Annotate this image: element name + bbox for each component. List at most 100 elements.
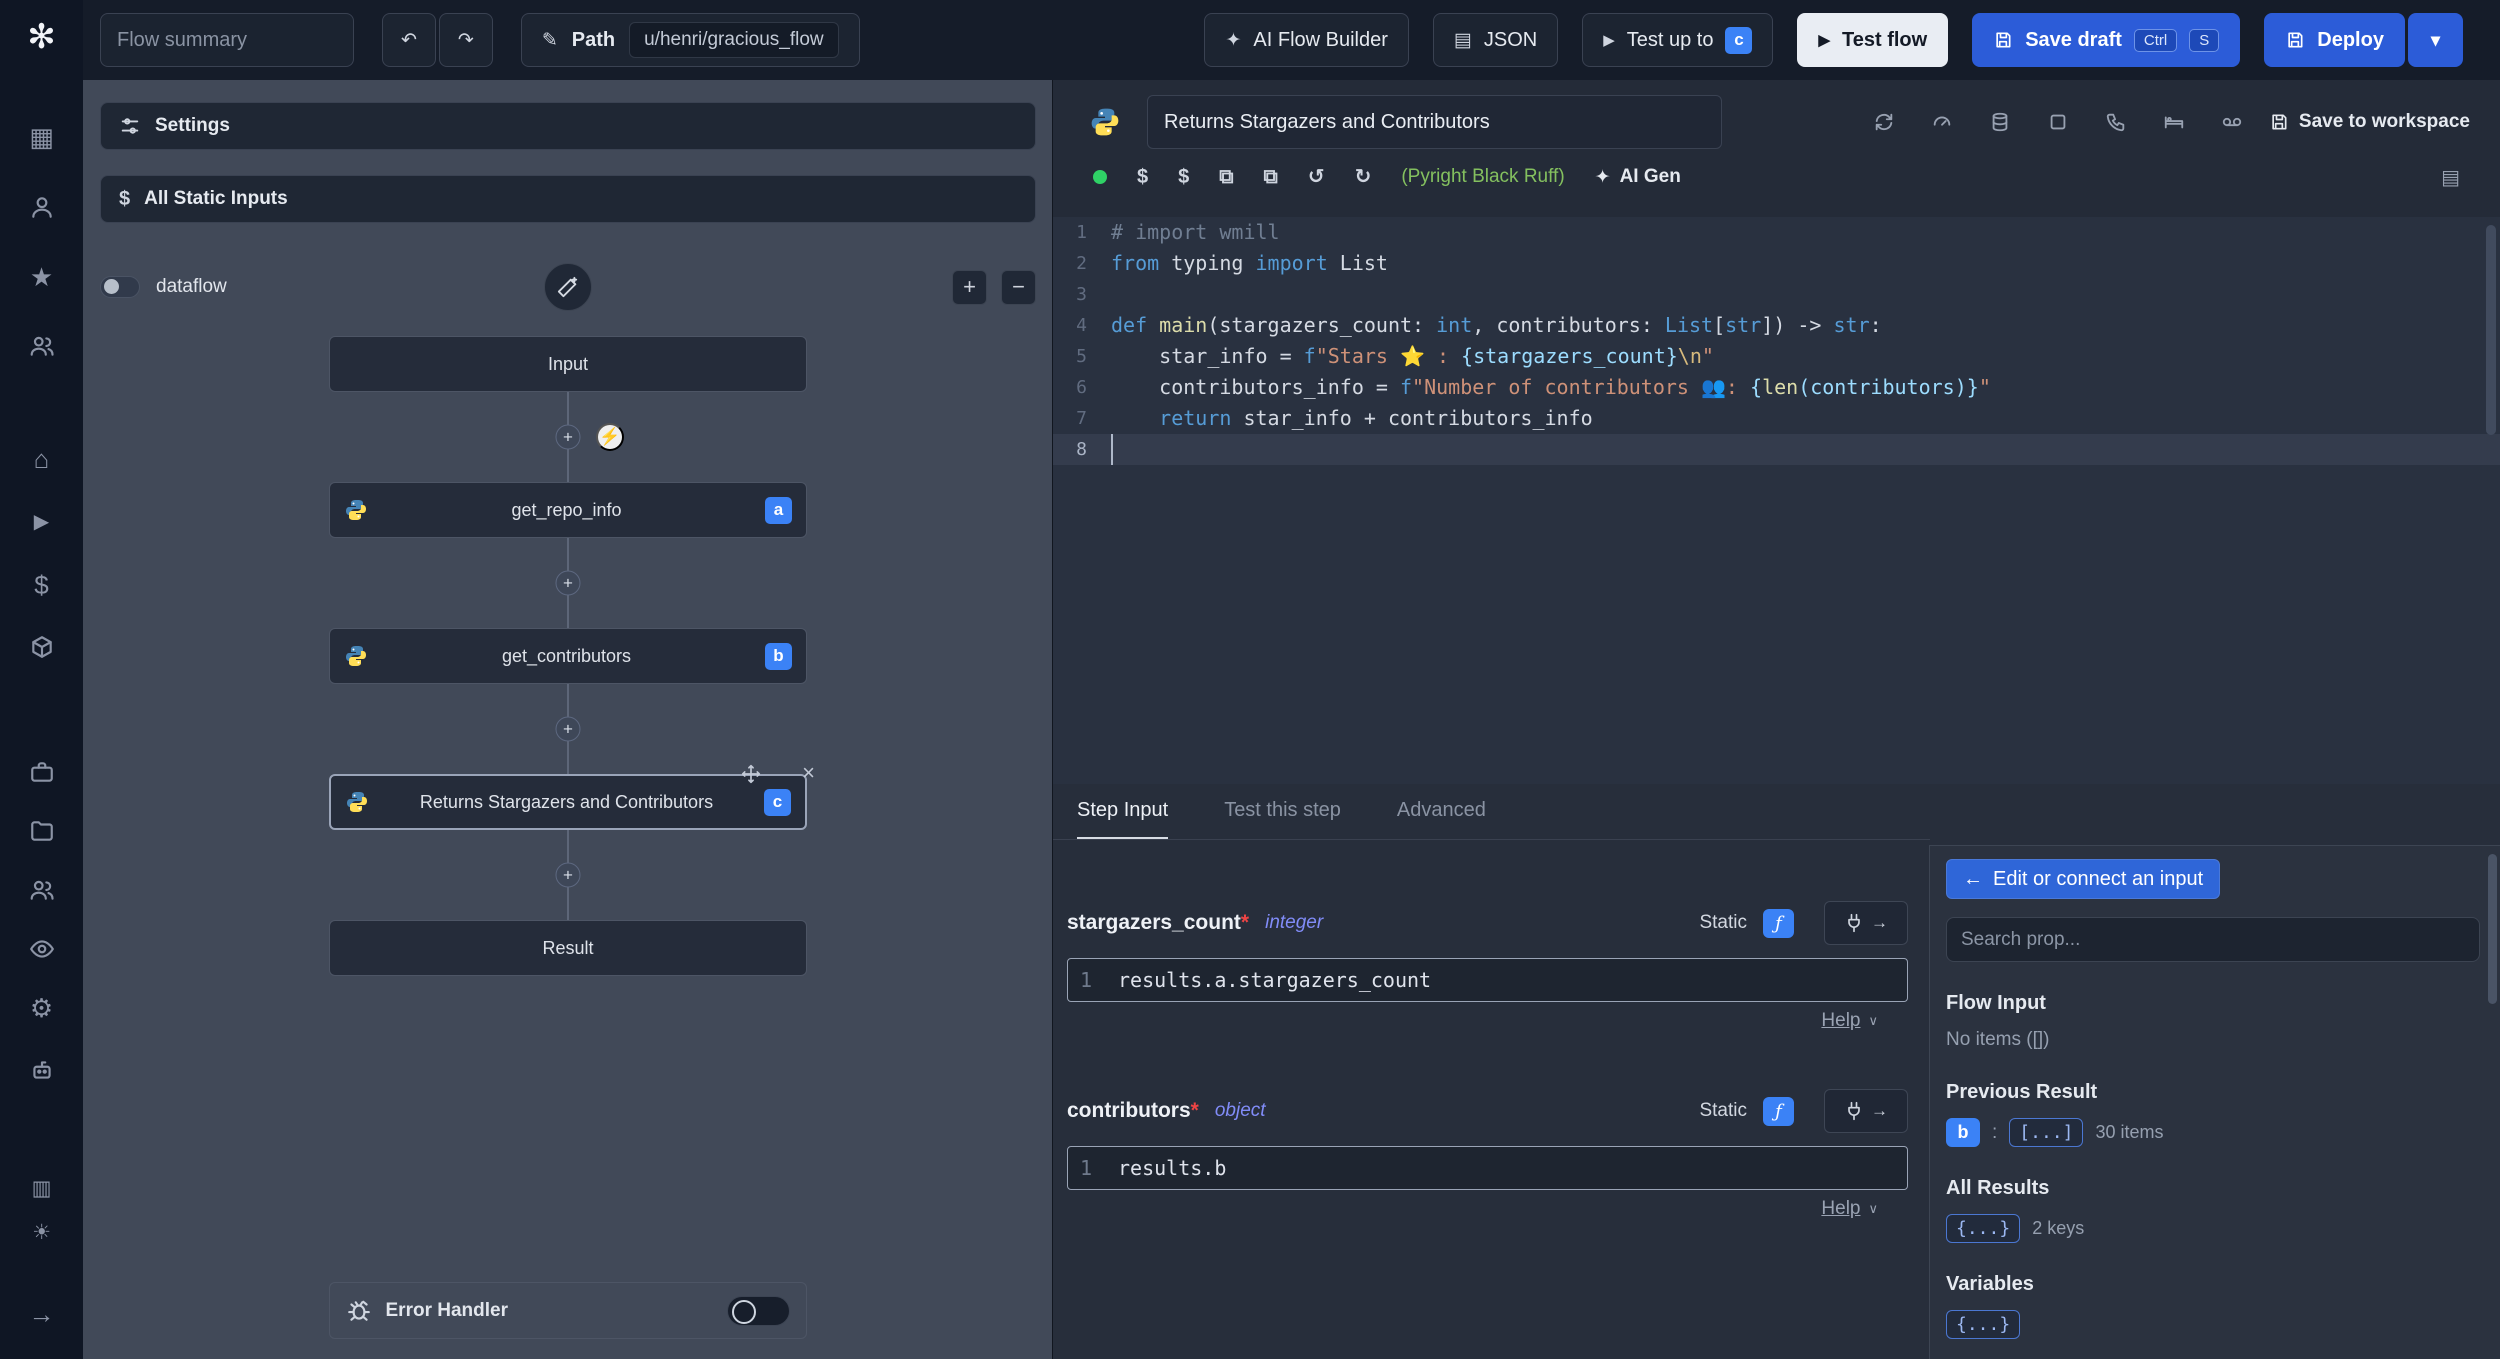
package-icon[interactable]: ⧉ (1219, 167, 1233, 187)
expand-sidebar-icon[interactable]: → (0, 1297, 83, 1331)
expression-editor[interactable]: 1 results.b (1067, 1146, 1908, 1190)
help-link[interactable]: Help (1821, 1010, 1860, 1032)
retry-loop-icon[interactable] (1873, 111, 1895, 133)
workers-icon[interactable] (0, 1053, 83, 1087)
input-node[interactable]: Input (329, 336, 807, 392)
tab-advanced[interactable]: Advanced (1397, 784, 1486, 839)
context-var-icon[interactable]: $ (1137, 167, 1148, 187)
undo-button[interactable]: ↶ (382, 13, 436, 67)
favorites-star-icon[interactable]: ★ (0, 260, 83, 294)
user-icon[interactable] (0, 190, 83, 224)
resources-icon[interactable] (0, 630, 83, 664)
connect-input-button[interactable]: → (1824, 901, 1908, 945)
step-summary-input[interactable] (1147, 95, 1722, 149)
add-step-button[interactable]: + (555, 716, 581, 742)
step-node-a[interactable]: get_repo_info a (329, 482, 807, 538)
error-handler-toggle[interactable] (726, 1295, 790, 1326)
add-step-button[interactable]: + (555, 424, 581, 450)
save-draft-button[interactable]: Save draft Ctrl S (1972, 13, 2241, 67)
step-id-badge: b (765, 642, 792, 670)
test-up-to-step-badge: c (1725, 26, 1753, 54)
zoom-in-button[interactable]: + (952, 269, 987, 305)
collapsed-object-chip[interactable]: {...} (1946, 1310, 2021, 1339)
sleep-bed-icon[interactable] (2163, 111, 2185, 133)
step-node-c-selected[interactable]: × Returns Stargazers and Contributors c (329, 762, 815, 830)
ai-gen-button[interactable]: ✦ AI Gen (1595, 166, 1681, 189)
ai-builder-wand-button[interactable] (544, 263, 592, 311)
code-line[interactable]: 3 (1053, 279, 2500, 310)
delete-step-icon[interactable]: × (802, 762, 815, 784)
search-prop-input[interactable] (1946, 917, 2480, 962)
result-key-badge[interactable]: b (1946, 1118, 1980, 1147)
code-line[interactable]: 4 def main(stargazers_count: int, contrib… (1053, 310, 2500, 341)
deploy-button[interactable]: Deploy (2264, 13, 2405, 67)
code-line[interactable]: 7 return star_info + contributors_info (1053, 403, 2500, 434)
ai-flow-builder-button[interactable]: ✦ AI Flow Builder (1204, 13, 1409, 67)
help-link[interactable]: Help (1821, 1198, 1860, 1220)
trigger-bolt-button[interactable]: ⚡ (596, 423, 624, 451)
variables-icon[interactable]: $ (0, 568, 83, 602)
code-line[interactable]: 2 from typing import List (1053, 248, 2500, 279)
zoom-out-button[interactable]: − (1001, 269, 1036, 305)
edit-connect-input-button[interactable]: ← Edit or connect an input (1946, 859, 2221, 899)
tab-step-input[interactable]: Step Input (1077, 784, 1169, 839)
expression-mode-icon[interactable]: ƒ (1763, 1096, 1794, 1126)
path-button[interactable]: ✎ Path u/henri/gracious_flow (520, 13, 860, 67)
code-line[interactable]: 8 (1053, 434, 2500, 465)
test-flow-button[interactable]: ▶ Test flow (1797, 13, 1949, 67)
all-static-inputs-button[interactable]: $ All Static Inputs (100, 175, 1036, 223)
database-cache-icon[interactable] (1989, 111, 2011, 133)
reset-icon[interactable]: ↺ (1308, 167, 1325, 187)
step-node-b[interactable]: get_contributors b (329, 628, 807, 684)
chevron-down-icon[interactable]: ∨ (1868, 1201, 1878, 1217)
add-step-button[interactable]: + (555, 862, 581, 888)
resource-var-icon[interactable]: $ (1178, 167, 1189, 187)
save-to-workspace-button[interactable]: Save to workspace (2269, 111, 2470, 133)
json-button[interactable]: ▤ JSON (1432, 13, 1559, 67)
stop-square-icon[interactable] (2047, 111, 2069, 133)
redo-button[interactable]: ↷ (438, 13, 493, 67)
audit-logs-eye-icon[interactable] (0, 932, 83, 966)
library-icon[interactable]: ▤ (2441, 165, 2460, 190)
test-up-to-button[interactable]: ▶ Test up to c (1582, 13, 1774, 67)
editor-scrollbar[interactable] (2486, 225, 2496, 435)
connect-input-button[interactable]: → (1824, 1089, 1908, 1133)
runs-icon[interactable]: ▶ (0, 504, 83, 538)
add-step-button[interactable]: + (555, 570, 581, 596)
jobs-briefcase-icon[interactable] (0, 755, 83, 789)
code-editor[interactable]: 1 # import wmill 2 from typing import List 3… (1053, 217, 2500, 784)
performance-gauge-icon[interactable] (1931, 111, 1953, 133)
expression-editor[interactable]: 1 results.a.stargazers_count (1067, 958, 1908, 1002)
code-assistants-button[interactable]: (Pyright Black Ruff) (1401, 166, 1564, 188)
tab-test-this-step[interactable]: Test this step (1224, 784, 1341, 839)
chevron-down-icon[interactable]: ∨ (1868, 1013, 1878, 1029)
code-line[interactable]: 1 # import wmill (1053, 217, 2500, 248)
folders-icon[interactable] (0, 814, 83, 848)
script-editor-pane: Save to workspace $ $ ⧉ ⧉ ↺ ↻ (Pyright B… (1052, 80, 2500, 784)
reload-icon[interactable]: ↻ (1355, 167, 1372, 187)
groups-icon[interactable] (0, 873, 83, 907)
phone-icon[interactable] (2105, 111, 2127, 133)
result-node[interactable]: Result (329, 920, 807, 976)
code-line[interactable]: 5 star_info = f"Stars ⭐ : {stargazers_co… (1053, 341, 2500, 372)
apps-grid-icon[interactable]: ▦ (0, 120, 83, 154)
flow-summary-input[interactable] (100, 13, 354, 67)
windmill-logo-icon[interactable]: ✻ (0, 18, 83, 56)
flow-settings-button[interactable]: Settings (100, 102, 1036, 150)
prop-panel-scrollbar[interactable] (2488, 854, 2497, 1004)
docs-icon[interactable]: ▥ (0, 1171, 83, 1205)
members-icon[interactable] (0, 329, 83, 363)
package-icon[interactable]: ⧉ (1264, 167, 1278, 187)
collapsed-object-chip[interactable]: {...} (1946, 1214, 2021, 1243)
theme-toggle-icon[interactable]: ☀ (0, 1215, 83, 1249)
dataflow-toggle[interactable] (100, 276, 140, 298)
collapsed-array-chip[interactable]: [...] (2009, 1118, 2084, 1147)
deploy-dropdown-button[interactable]: ▾ (2407, 13, 2463, 67)
error-handler-row[interactable]: Error Handler (328, 1282, 807, 1339)
voicemail-icon[interactable] (2221, 111, 2243, 133)
move-handle-icon[interactable] (741, 764, 761, 784)
expression-mode-icon[interactable]: ƒ (1763, 908, 1794, 938)
settings-gear-icon[interactable]: ⚙ (0, 991, 83, 1025)
home-icon[interactable]: ⌂ (0, 442, 83, 476)
code-line[interactable]: 6 contributors_info = f"Number of contri… (1053, 372, 2500, 403)
